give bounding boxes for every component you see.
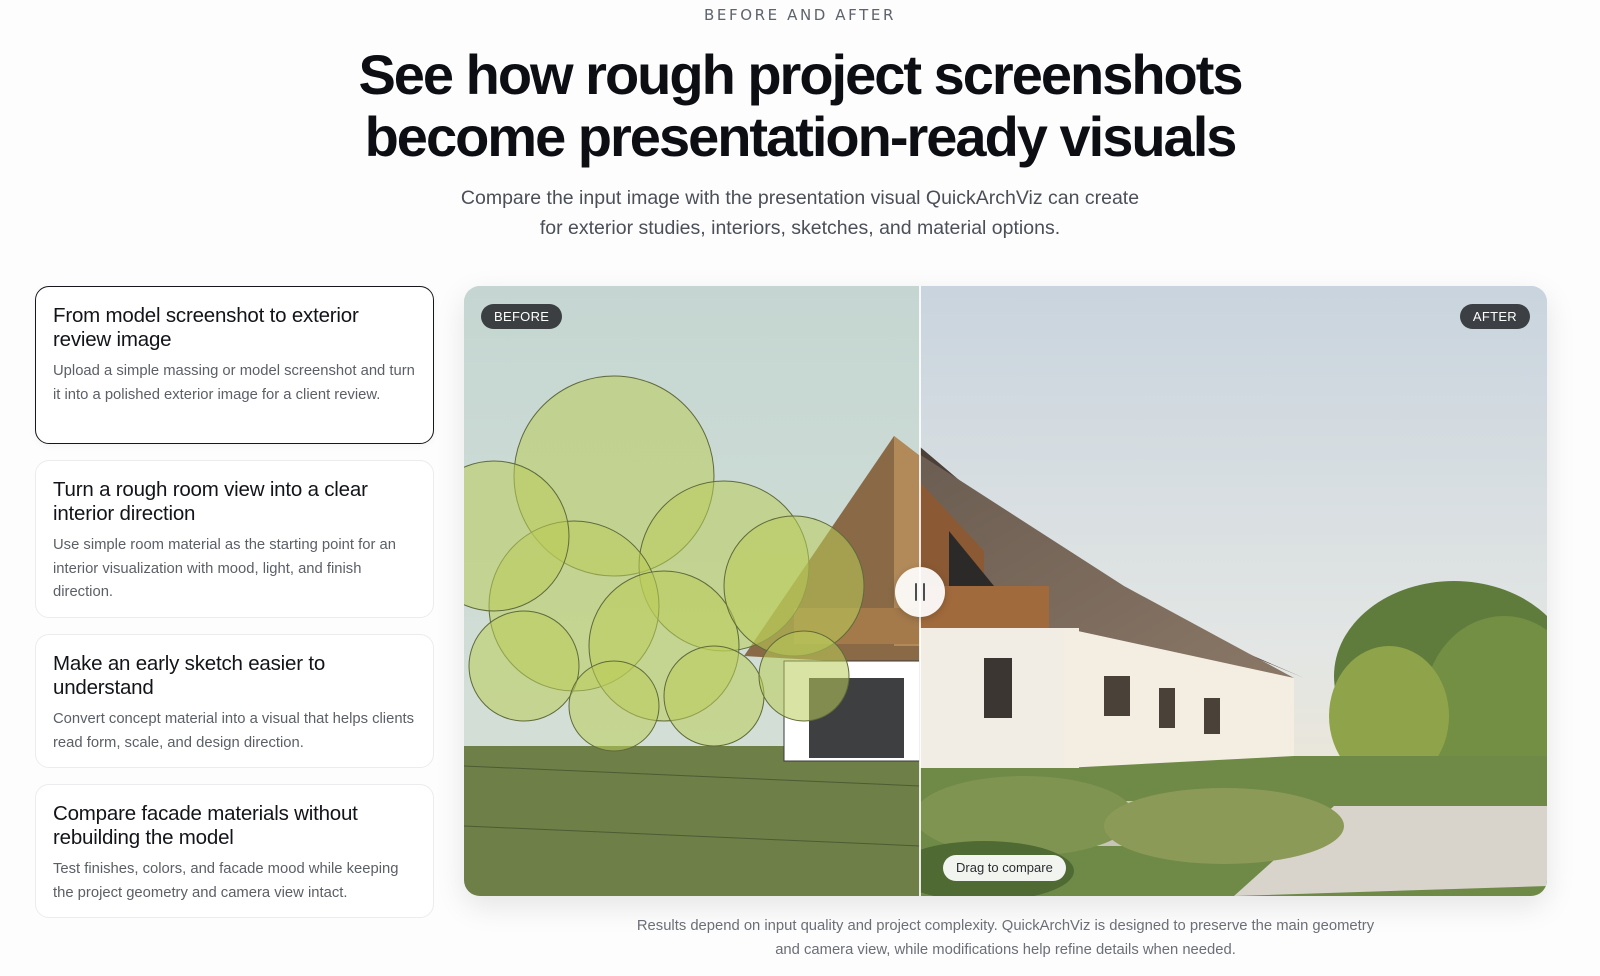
headline-line-2: become presentation-ready visuals [364, 105, 1238, 168]
subhead-line-2: for exterior studies, interiors, sketche… [539, 217, 1061, 239]
after-label: AFTER [1459, 304, 1530, 329]
use-case-card-facade[interactable]: Compare facade materials without rebuild… [35, 784, 434, 918]
section-headline: See how rough project screenshots become… [0, 44, 1600, 168]
drag-to-compare-hint: Drag to compare [943, 855, 1066, 881]
card-description: Test finishes, colors, and facade mood w… [53, 861, 399, 901]
handle-grip-icon [915, 583, 917, 601]
before-label: BEFORE [481, 304, 563, 329]
subhead-line-1: Compare the input image with the present… [460, 187, 1140, 209]
section-eyebrow: BEFORE AND AFTER [704, 6, 896, 24]
card-description: Convert concept material into a visual t… [53, 711, 415, 751]
section-subhead: Compare the input image with the present… [0, 183, 1600, 243]
use-case-card-sketch[interactable]: Make an early sketch easier to understan… [35, 634, 434, 768]
compare-drag-handle[interactable] [895, 567, 945, 617]
card-title: Compare facade materials without rebuild… [53, 802, 358, 849]
card-title: Make an early sketch easier to understan… [53, 652, 326, 699]
comparison-image [464, 286, 1547, 896]
headline-line-1: See how rough project screenshots [358, 43, 1243, 106]
card-description: Upload a simple massing or model screens… [53, 363, 415, 403]
results-disclaimer: Results depend on input quality and proj… [464, 914, 1547, 962]
disclaimer-line-1: Results depend on input quality and proj… [636, 918, 1375, 934]
before-after-comparison[interactable]: BEFORE AFTER Drag to compare [464, 286, 1547, 896]
handle-grip-icon [923, 583, 925, 601]
card-title: Turn a rough room view into a clear inte… [53, 478, 368, 525]
card-title: From model screenshot to exterior review… [53, 304, 359, 351]
use-case-card-exterior[interactable]: From model screenshot to exterior review… [35, 286, 434, 444]
disclaimer-line-2: and camera view, while modifications hel… [775, 942, 1236, 958]
card-description: Use simple room material as the starting… [53, 537, 396, 600]
use-case-card-interior[interactable]: Turn a rough room view into a clear inte… [35, 460, 434, 618]
